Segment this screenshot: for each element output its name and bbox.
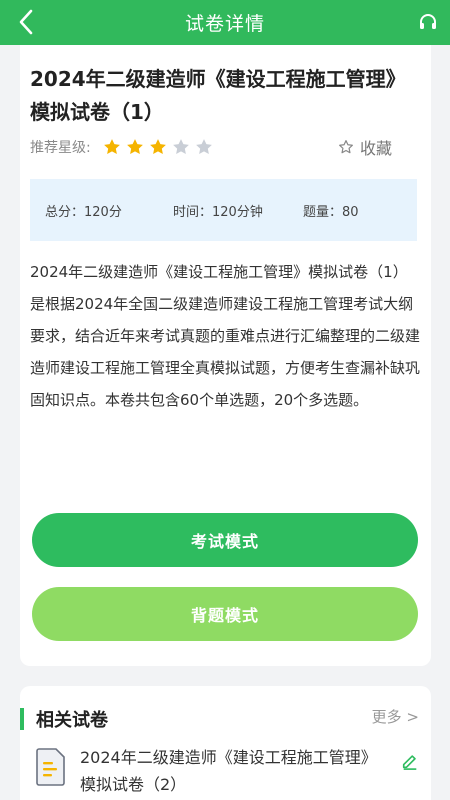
star-filled-icon	[103, 139, 120, 155]
page-title: 试卷详情	[184, 13, 265, 35]
section-accent-bar	[20, 708, 24, 730]
exam-mode-button[interactable]: 考试模式	[32, 513, 418, 567]
related-paper-title: 2024年二级建造师《建设工程施工管理》模拟试卷（2）	[80, 748, 377, 794]
star-filled-icon	[126, 139, 143, 155]
headset-icon	[420, 14, 436, 29]
top-nav-bar: 试卷详情	[0, 0, 450, 45]
question-count: 题量：80	[303, 205, 359, 220]
star-empty-icon	[172, 139, 189, 155]
rating-label: 推荐星级:	[30, 140, 91, 156]
star-empty-icon	[195, 139, 212, 155]
star-filled-icon	[149, 139, 166, 155]
related-papers-section: 相关试卷 更多 > 2024年二级建造师《建设工程施工管理》模拟试卷（2）	[20, 686, 431, 800]
pencil-icon	[402, 755, 417, 770]
related-paper-item[interactable]: 2024年二级建造师《建设工程施工管理》模拟试卷（2）	[20, 742, 431, 800]
related-title: 相关试卷	[36, 710, 108, 731]
star-rating	[103, 138, 218, 156]
total-score: 总分：120分	[45, 205, 122, 220]
recite-mode-button[interactable]: 背题模式	[32, 587, 418, 641]
paper-detail-card: 2024年二级建造师《建设工程施工管理》模拟试卷（1） 推荐星级: 收藏 总分：…	[20, 45, 431, 666]
star-outline-icon	[339, 140, 353, 154]
favorite-button[interactable]: 收藏	[338, 135, 392, 159]
document-icon	[36, 748, 65, 786]
paper-info-box: 总分：120分 时间：120分钟 题量：80	[30, 179, 417, 241]
chevron-left-icon	[19, 9, 33, 35]
paper-description: 2024年二级建造师《建设工程施工管理》模拟试卷（1）是根据2024年全国二级建…	[30, 263, 421, 409]
back-button[interactable]	[10, 6, 42, 38]
headset-button[interactable]	[416, 10, 440, 34]
exam-time: 时间：120分钟	[173, 205, 263, 220]
more-link[interactable]: 更多 >	[372, 706, 419, 727]
paper-title: 2024年二级建造师《建设工程施工管理》模拟试卷（1）	[30, 67, 406, 124]
rating-row: 推荐星级: 收藏	[30, 135, 422, 159]
favorite-label: 收藏	[359, 139, 392, 158]
